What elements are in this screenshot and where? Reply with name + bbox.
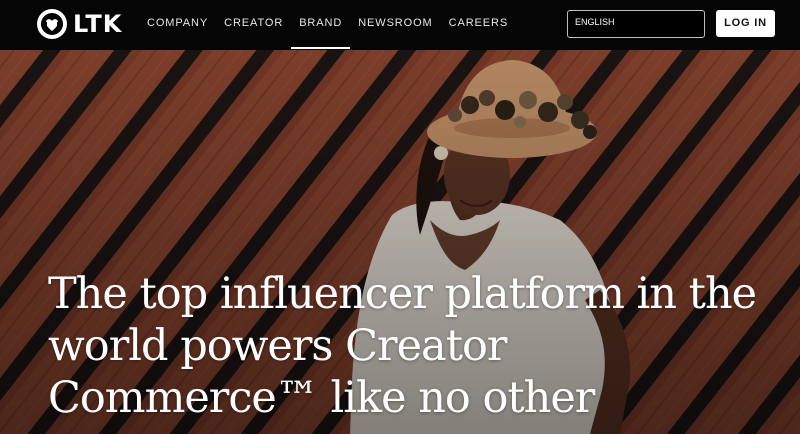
language-select[interactable]: ENGLISH <box>567 10 705 38</box>
brand-name: LTK <box>73 10 123 38</box>
main-nav: COMPANY CREATOR BRAND NEWSROOM CAREERS <box>139 0 516 50</box>
nav-item-brand[interactable]: BRAND <box>291 0 351 50</box>
hero-section: The top influencer platform in the world… <box>0 50 800 434</box>
nav-item-newsroom[interactable]: NEWSROOM <box>350 0 440 50</box>
nav-item-creator[interactable]: CREATOR <box>216 0 291 50</box>
ltk-heart-logo-icon <box>37 9 67 39</box>
login-button[interactable]: LOG IN <box>716 10 775 37</box>
nav-item-careers[interactable]: CAREERS <box>441 0 516 50</box>
top-navigation-bar: LTK COMPANY CREATOR BRAND NEWSROOM CAREE… <box>0 0 800 50</box>
ltk-logo[interactable]: LTK <box>37 9 122 39</box>
hero-headline: The top influencer platform in the world… <box>48 269 757 423</box>
nav-item-company[interactable]: COMPANY <box>139 0 216 50</box>
